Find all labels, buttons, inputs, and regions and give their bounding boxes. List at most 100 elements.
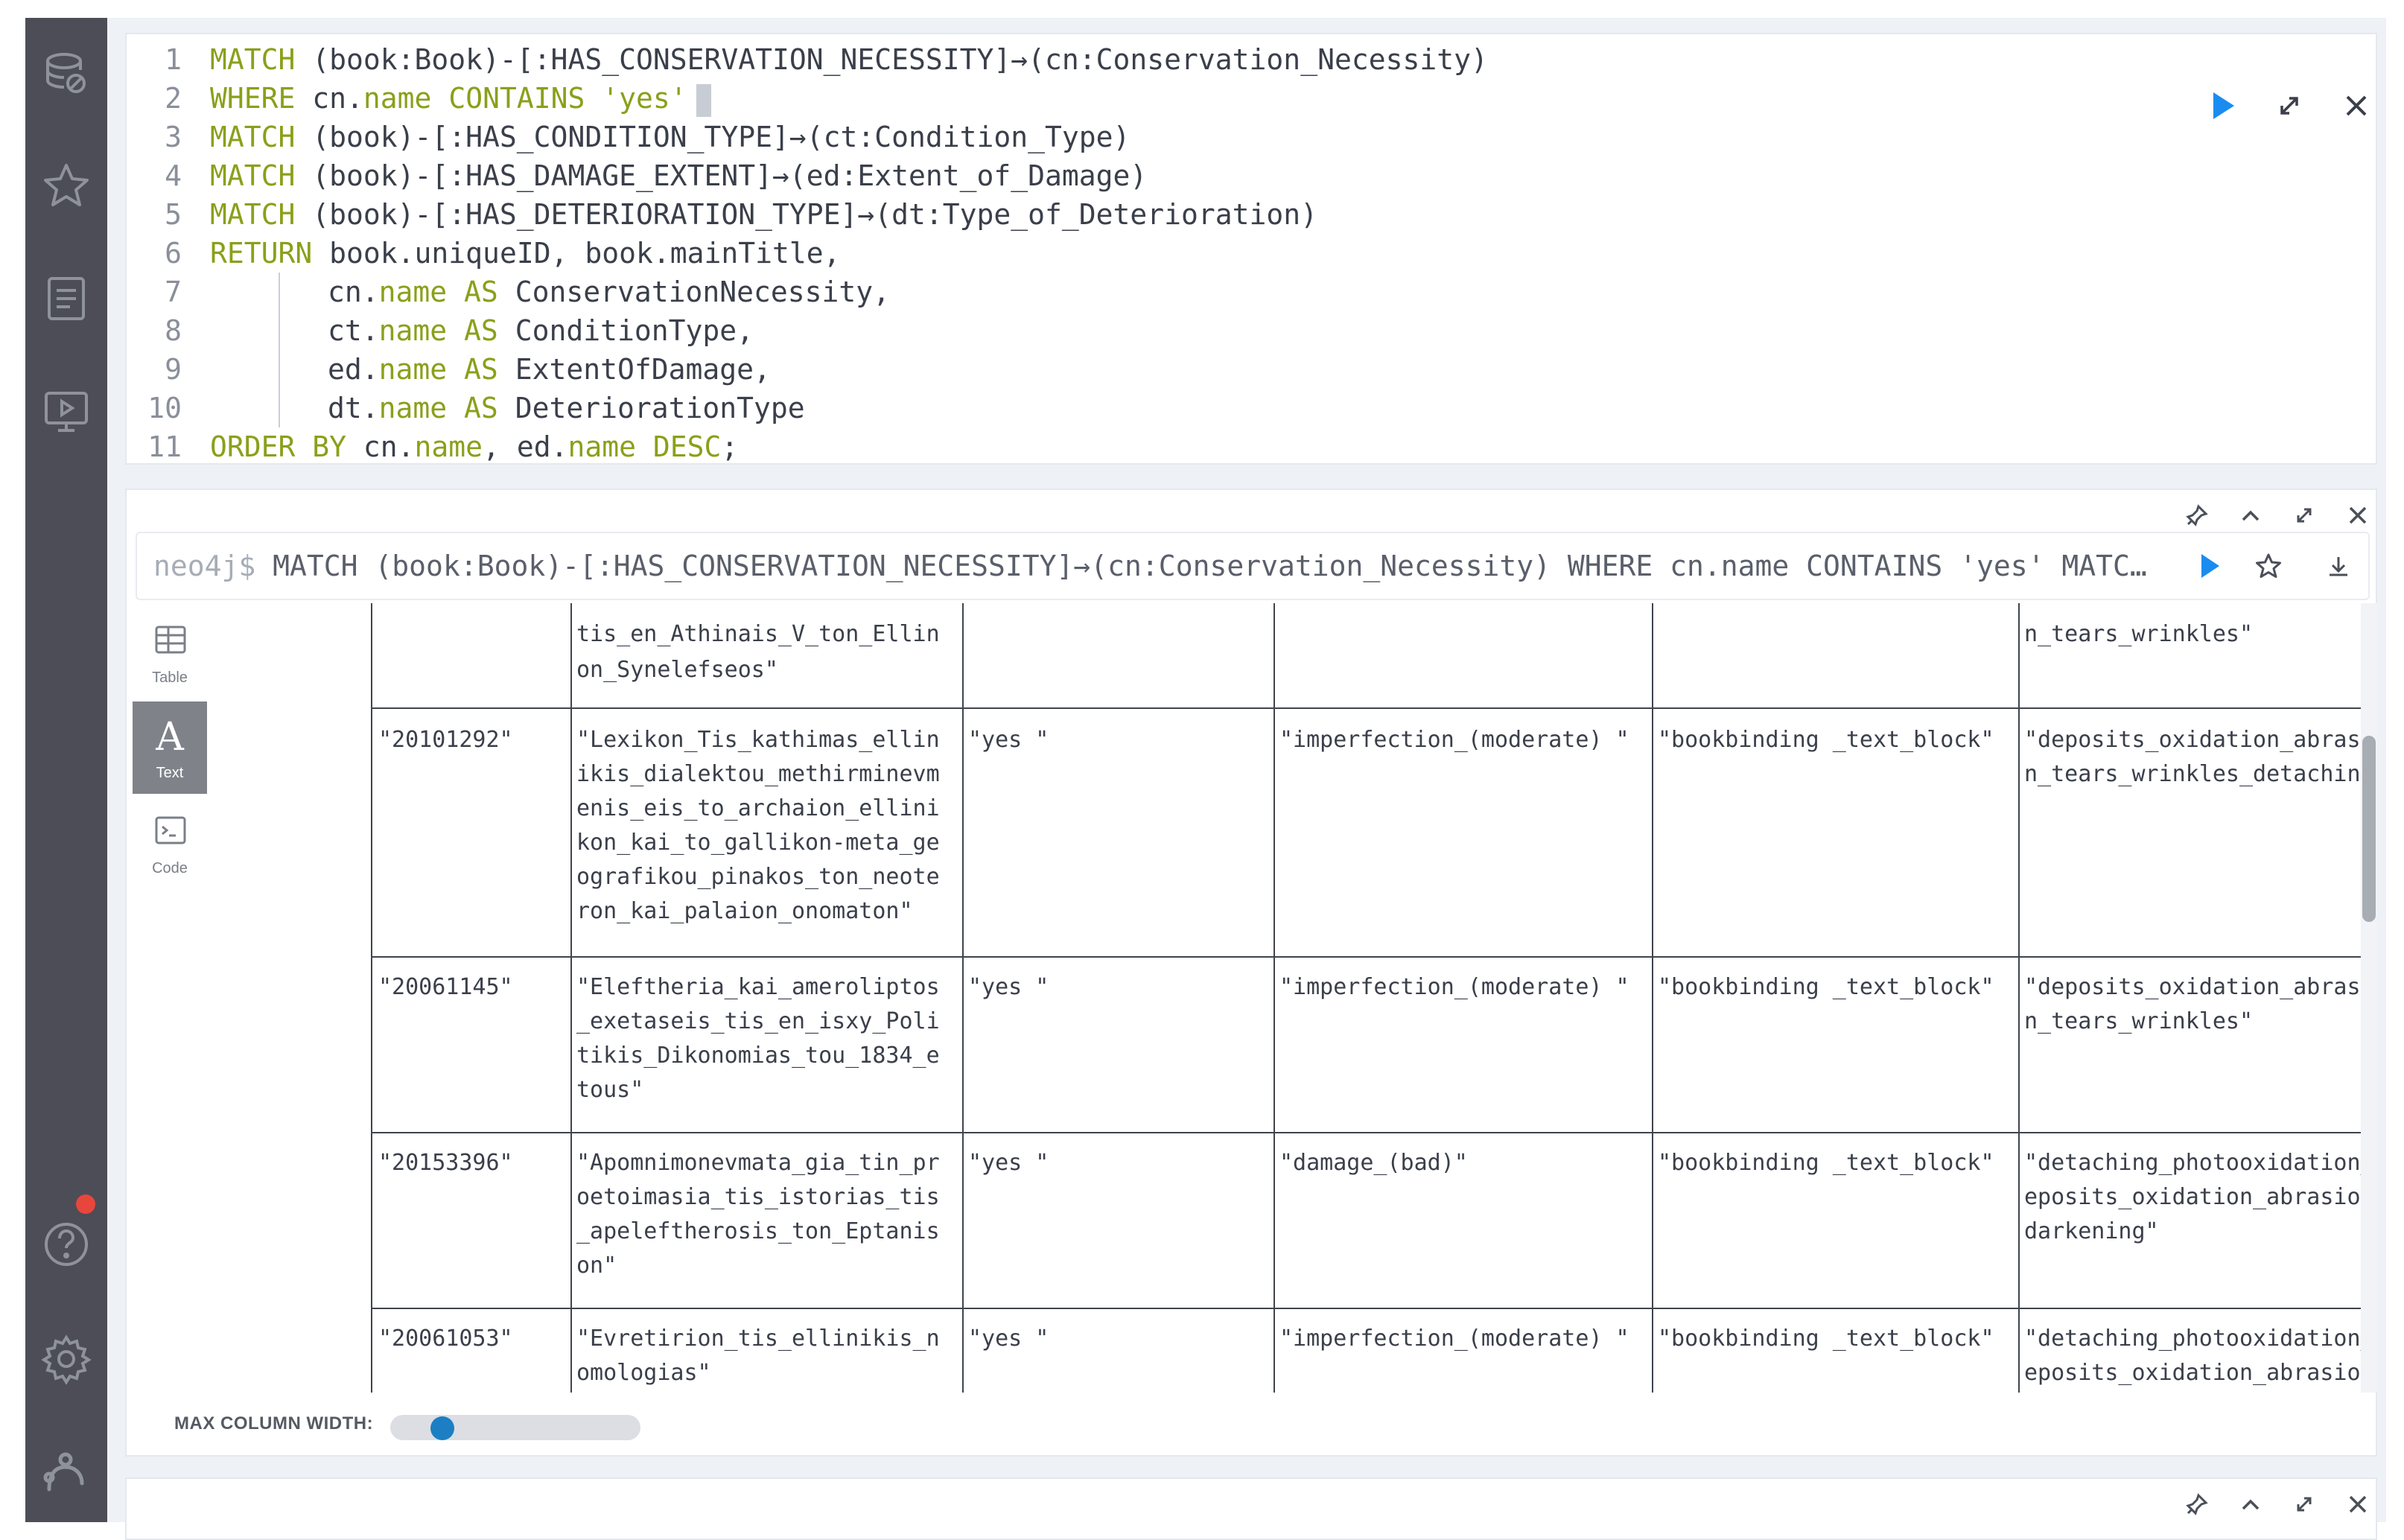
max-column-width-slider[interactable]: [390, 1415, 640, 1440]
cell-deterioration-line: n_tears_wrinkles": [2024, 1008, 2254, 1034]
keyword: WHERE: [210, 82, 296, 115]
cell-title-line: omologias": [576, 1360, 711, 1386]
fullscreen-icon[interactable]: [2289, 500, 2319, 530]
query-editor[interactable]: 1 2 3 4 5 6 7 8 9 10 11 MATCH (book:Book…: [125, 33, 2377, 465]
code-text: ed.: [328, 353, 379, 386]
code-line-11: ORDER BY cn.name, ed.name DESC;: [210, 427, 1488, 466]
neo4j-logo-icon[interactable]: [40, 1446, 92, 1498]
max-column-width-label: MAX COLUMN WIDTH:: [174, 1413, 374, 1434]
cell-extent-of-damage: "bookbinding _text_block": [1658, 1326, 1994, 1352]
close-frame-icon[interactable]: [2343, 1489, 2373, 1519]
code-text: ConservationNecessity,: [497, 276, 891, 308]
slider-thumb[interactable]: [430, 1416, 455, 1440]
download-icon[interactable]: [2324, 551, 2353, 581]
pin-icon[interactable]: [2182, 1489, 2212, 1519]
row-separator: [371, 956, 2368, 958]
code-line-8: ct.name AS ConditionType,: [210, 311, 1488, 350]
code-line-1: MATCH (book:Book)-[:HAS_CONSERVATION_NEC…: [210, 40, 1488, 79]
cell-title-line: _apeleftherosis_ton_Eptanis: [576, 1218, 940, 1244]
column-separator: [2018, 603, 2020, 1393]
line-number: 9: [165, 353, 182, 386]
keyword: AS: [464, 392, 498, 424]
cell-deterioration-line: "deposits_oxidation_abrasio: [2024, 974, 2368, 1000]
property: name: [378, 314, 448, 347]
text-cursor: [696, 83, 711, 117]
tab-text[interactable]: A Text: [133, 701, 207, 794]
code-line-5: MATCH (book)-[:HAS_DETERIORATION_TYPE]→(…: [210, 195, 1488, 234]
cell-deterioration-line: eposits_oxidation_abrasion_: [2024, 1360, 2368, 1386]
indent-guide: [279, 273, 280, 311]
pin-icon[interactable]: [2182, 500, 2212, 530]
rerun-button[interactable]: [2194, 551, 2224, 581]
cell-unique-id: "20153396": [378, 1150, 513, 1176]
play-monitor-icon[interactable]: [40, 386, 92, 438]
favorite-star-icon[interactable]: [2254, 551, 2283, 581]
cell-deterioration-line: n_tears_wrinkles": [2024, 621, 2254, 647]
text-result-table[interactable]: tis_en_Athinais_V_ton_Ellin on_Synelefse…: [209, 603, 2368, 1393]
cell-title-line: tous": [576, 1077, 644, 1103]
keyword: MATCH: [210, 198, 296, 231]
text-icon: A: [156, 715, 184, 760]
cell-conservation-necessity: "yes ": [968, 974, 1049, 1000]
cell-title-line: on_Synelefseos": [576, 657, 778, 683]
result-frame: neo4j$ MATCH (book:Book)-[:HAS_CONSERVAT…: [125, 489, 2377, 1457]
scrollbar-track[interactable]: [2361, 603, 2377, 1393]
line-number: 5: [165, 198, 182, 231]
close-frame-icon[interactable]: [2343, 500, 2373, 530]
tab-code[interactable]: Code: [133, 797, 207, 889]
indent-guide: [279, 311, 280, 350]
collapse-icon[interactable]: [2236, 1489, 2265, 1519]
property: name: [378, 276, 448, 308]
query-bar[interactable]: neo4j$ MATCH (book:Book)-[:HAS_CONSERVAT…: [136, 532, 2370, 600]
cell-title-line: ikis_dialektou_methirminevm: [576, 761, 940, 787]
line-number: 4: [165, 159, 182, 192]
line-number: 8: [165, 314, 182, 347]
code-text: ct.: [328, 314, 379, 347]
settings-icon[interactable]: [40, 1333, 92, 1385]
prompt: neo4j$: [153, 550, 256, 582]
close-icon[interactable]: [2338, 88, 2374, 124]
line-number: 10: [147, 392, 182, 424]
line-numbers: 1 2 3 4 5 6 7 8 9 10 11: [127, 40, 194, 466]
cell-deterioration-line: "detaching_photooxidation_d: [2024, 1326, 2368, 1352]
cell-condition-type: "imperfection_(moderate) ": [1279, 727, 1629, 753]
cell-title-line: "Eleftheria_kai_ameroliptos: [576, 974, 940, 1000]
property: name: [378, 353, 448, 386]
fullscreen-icon[interactable]: [2289, 1489, 2319, 1519]
code-lines[interactable]: MATCH (book:Book)-[:HAS_CONSERVATION_NEC…: [210, 40, 1488, 466]
property: name: [363, 82, 432, 115]
collapse-icon[interactable]: [2236, 500, 2265, 530]
result-footer: MAX COLUMN WIDTH:: [128, 1396, 2374, 1455]
cell-title-line: "Apomnimonevmata_gia_tin_pr: [576, 1150, 940, 1176]
star-icon[interactable]: [40, 159, 92, 211]
line-number: 11: [147, 430, 182, 463]
scrollbar-thumb[interactable]: [2362, 736, 2376, 922]
indent-guide: [279, 350, 280, 389]
query-text[interactable]: neo4j$ MATCH (book:Book)-[:HAS_CONSERVAT…: [153, 533, 2147, 599]
expand-icon[interactable]: [2271, 88, 2307, 124]
keyword: AS: [464, 353, 498, 386]
code-text: (book)-[:HAS_DETERIORATION_TYPE]→(dt:Typ…: [295, 198, 1318, 231]
cell-title-line: kon_kai_to_gallikon-meta_ge: [576, 830, 940, 856]
code-text: cn.: [346, 430, 415, 463]
code-text: book.uniqueID, book.mainTitle,: [312, 237, 841, 270]
property: name: [414, 430, 483, 463]
cell-deterioration-line: darkening": [2024, 1218, 2159, 1244]
document-icon[interactable]: [40, 273, 92, 325]
property: name: [567, 430, 636, 463]
help-icon[interactable]: [40, 1218, 92, 1270]
column-separator: [570, 603, 572, 1393]
column-separator: [1273, 603, 1275, 1393]
database-icon[interactable]: [40, 48, 92, 100]
cell-deterioration-line: "detaching_photooxidation_d: [2024, 1150, 2368, 1176]
tab-table[interactable]: Table: [133, 606, 207, 699]
keyword: ORDER BY: [210, 430, 347, 463]
cell-title-line: "Lexikon_Tis_kathimas_ellin: [576, 727, 940, 753]
row-separator: [371, 1308, 2368, 1309]
string-literal: 'yes': [602, 82, 687, 115]
run-button[interactable]: [2204, 88, 2240, 124]
code-text: cn.: [295, 82, 363, 115]
